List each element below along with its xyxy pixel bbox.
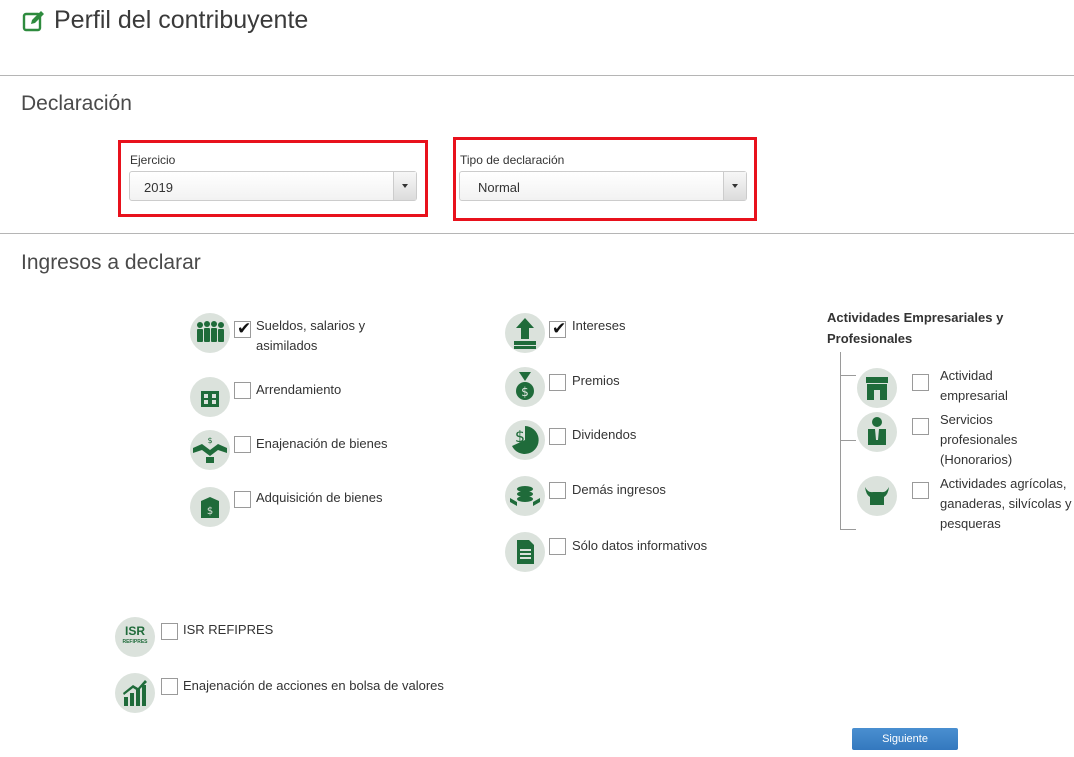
medal-icon: $: [505, 367, 545, 407]
checkbox-dividendos[interactable]: [549, 428, 566, 445]
page-title-text: Perfil del contribuyente: [54, 6, 309, 34]
handshake-icon: $: [190, 430, 230, 470]
checkbox-adquisicion[interactable]: [234, 491, 251, 508]
stock-chart-icon: [115, 673, 155, 713]
label-arrendamiento: Arrendamiento: [256, 382, 342, 397]
label-enajenacion-bienes: Enajenación de bienes: [256, 436, 388, 451]
tipo-label: Tipo de declaración: [460, 153, 565, 167]
isr-refipres-icon: ISR REFIPRES: [115, 617, 155, 657]
ingresos-heading: Ingresos a declarar: [21, 251, 201, 274]
declaracion-heading: Declaración: [21, 92, 132, 115]
tree-branch: [840, 375, 856, 376]
tree-line: [840, 352, 841, 530]
label-intereses: Intereses: [572, 318, 626, 333]
svg-text:$: $: [521, 385, 529, 399]
checkbox-arrendamiento[interactable]: [234, 382, 251, 399]
label-demas: Demás ingresos: [572, 482, 666, 497]
checkbox-sueldos[interactable]: ✔: [234, 319, 252, 339]
coins-icon: [505, 476, 545, 516]
checkbox-actividad-empresarial[interactable]: [912, 374, 929, 391]
actividades-title: Actividades Empresariales y Profesionale…: [827, 310, 1004, 346]
isr-icon-text: ISR: [124, 624, 145, 638]
svg-text:$: $: [515, 427, 525, 446]
label-actividades-agricolas: Actividades agrícolas, ganaderas, silvíc…: [940, 476, 1072, 531]
chevron-down-icon[interactable]: [393, 172, 416, 200]
divider: [0, 75, 1074, 76]
check-icon: ✔: [237, 319, 252, 339]
tipo-select[interactable]: Normal: [459, 171, 747, 201]
ejercicio-value: 2019: [144, 180, 173, 195]
label-actividad-empresarial: Actividad empresarial: [940, 368, 1008, 403]
label-sueldos: Sueldos, salarios y asimilados: [256, 318, 366, 353]
label-adquisicion: Adquisición de bienes: [256, 490, 383, 505]
checkbox-servicios-profesionales[interactable]: [912, 418, 929, 435]
document-icon: [505, 532, 545, 572]
next-button[interactable]: Siguiente: [852, 728, 958, 750]
label-enajenacion-acciones: Enajenación de acciones en bolsa de valo…: [183, 678, 444, 693]
label-premios: Premios: [572, 373, 620, 388]
checkbox-isr-refipres[interactable]: [161, 623, 178, 640]
check-icon: ✔: [552, 319, 567, 339]
label-servicios-profesionales: Servicios profesionales (Honorarios): [940, 412, 1018, 467]
money-box-icon: $: [190, 487, 230, 527]
refipres-icon-text: REFIPRES: [122, 639, 148, 645]
chevron-down-icon[interactable]: [723, 172, 746, 200]
svg-text:$: $: [207, 506, 213, 517]
label-isr-refipres: ISR REFIPRES: [183, 622, 274, 637]
tipo-value: Normal: [478, 180, 520, 195]
ejercicio-label: Ejercicio: [130, 153, 176, 167]
dividend-pie-icon: $: [505, 420, 545, 460]
checkbox-enajenacion-acciones[interactable]: [161, 678, 178, 695]
checkbox-intereses[interactable]: ✔: [549, 319, 567, 339]
building-icon: [190, 377, 230, 417]
page-title: Perfil del contribuyente: [22, 6, 308, 35]
edit-icon: [22, 9, 46, 33]
checkbox-premios[interactable]: [549, 374, 566, 391]
ejercicio-select[interactable]: 2019: [129, 171, 417, 201]
label-solo-datos: Sólo datos informativos: [572, 538, 708, 553]
checkbox-solo-datos[interactable]: [549, 538, 566, 555]
interest-arrow-icon: [505, 313, 545, 353]
store-icon: [857, 368, 897, 408]
checkbox-demas[interactable]: [549, 482, 566, 499]
professional-icon: [857, 412, 897, 452]
label-dividendos: Dividendos: [572, 427, 637, 442]
checkbox-enajenacion-bienes[interactable]: [234, 436, 251, 453]
tree-branch: [840, 529, 856, 530]
svg-text:$: $: [207, 436, 212, 445]
workers-icon: [190, 313, 230, 353]
tree-branch: [840, 440, 856, 441]
bull-icon: [857, 476, 897, 516]
divider: [0, 233, 1074, 234]
checkbox-actividades-agricolas[interactable]: [912, 482, 929, 499]
